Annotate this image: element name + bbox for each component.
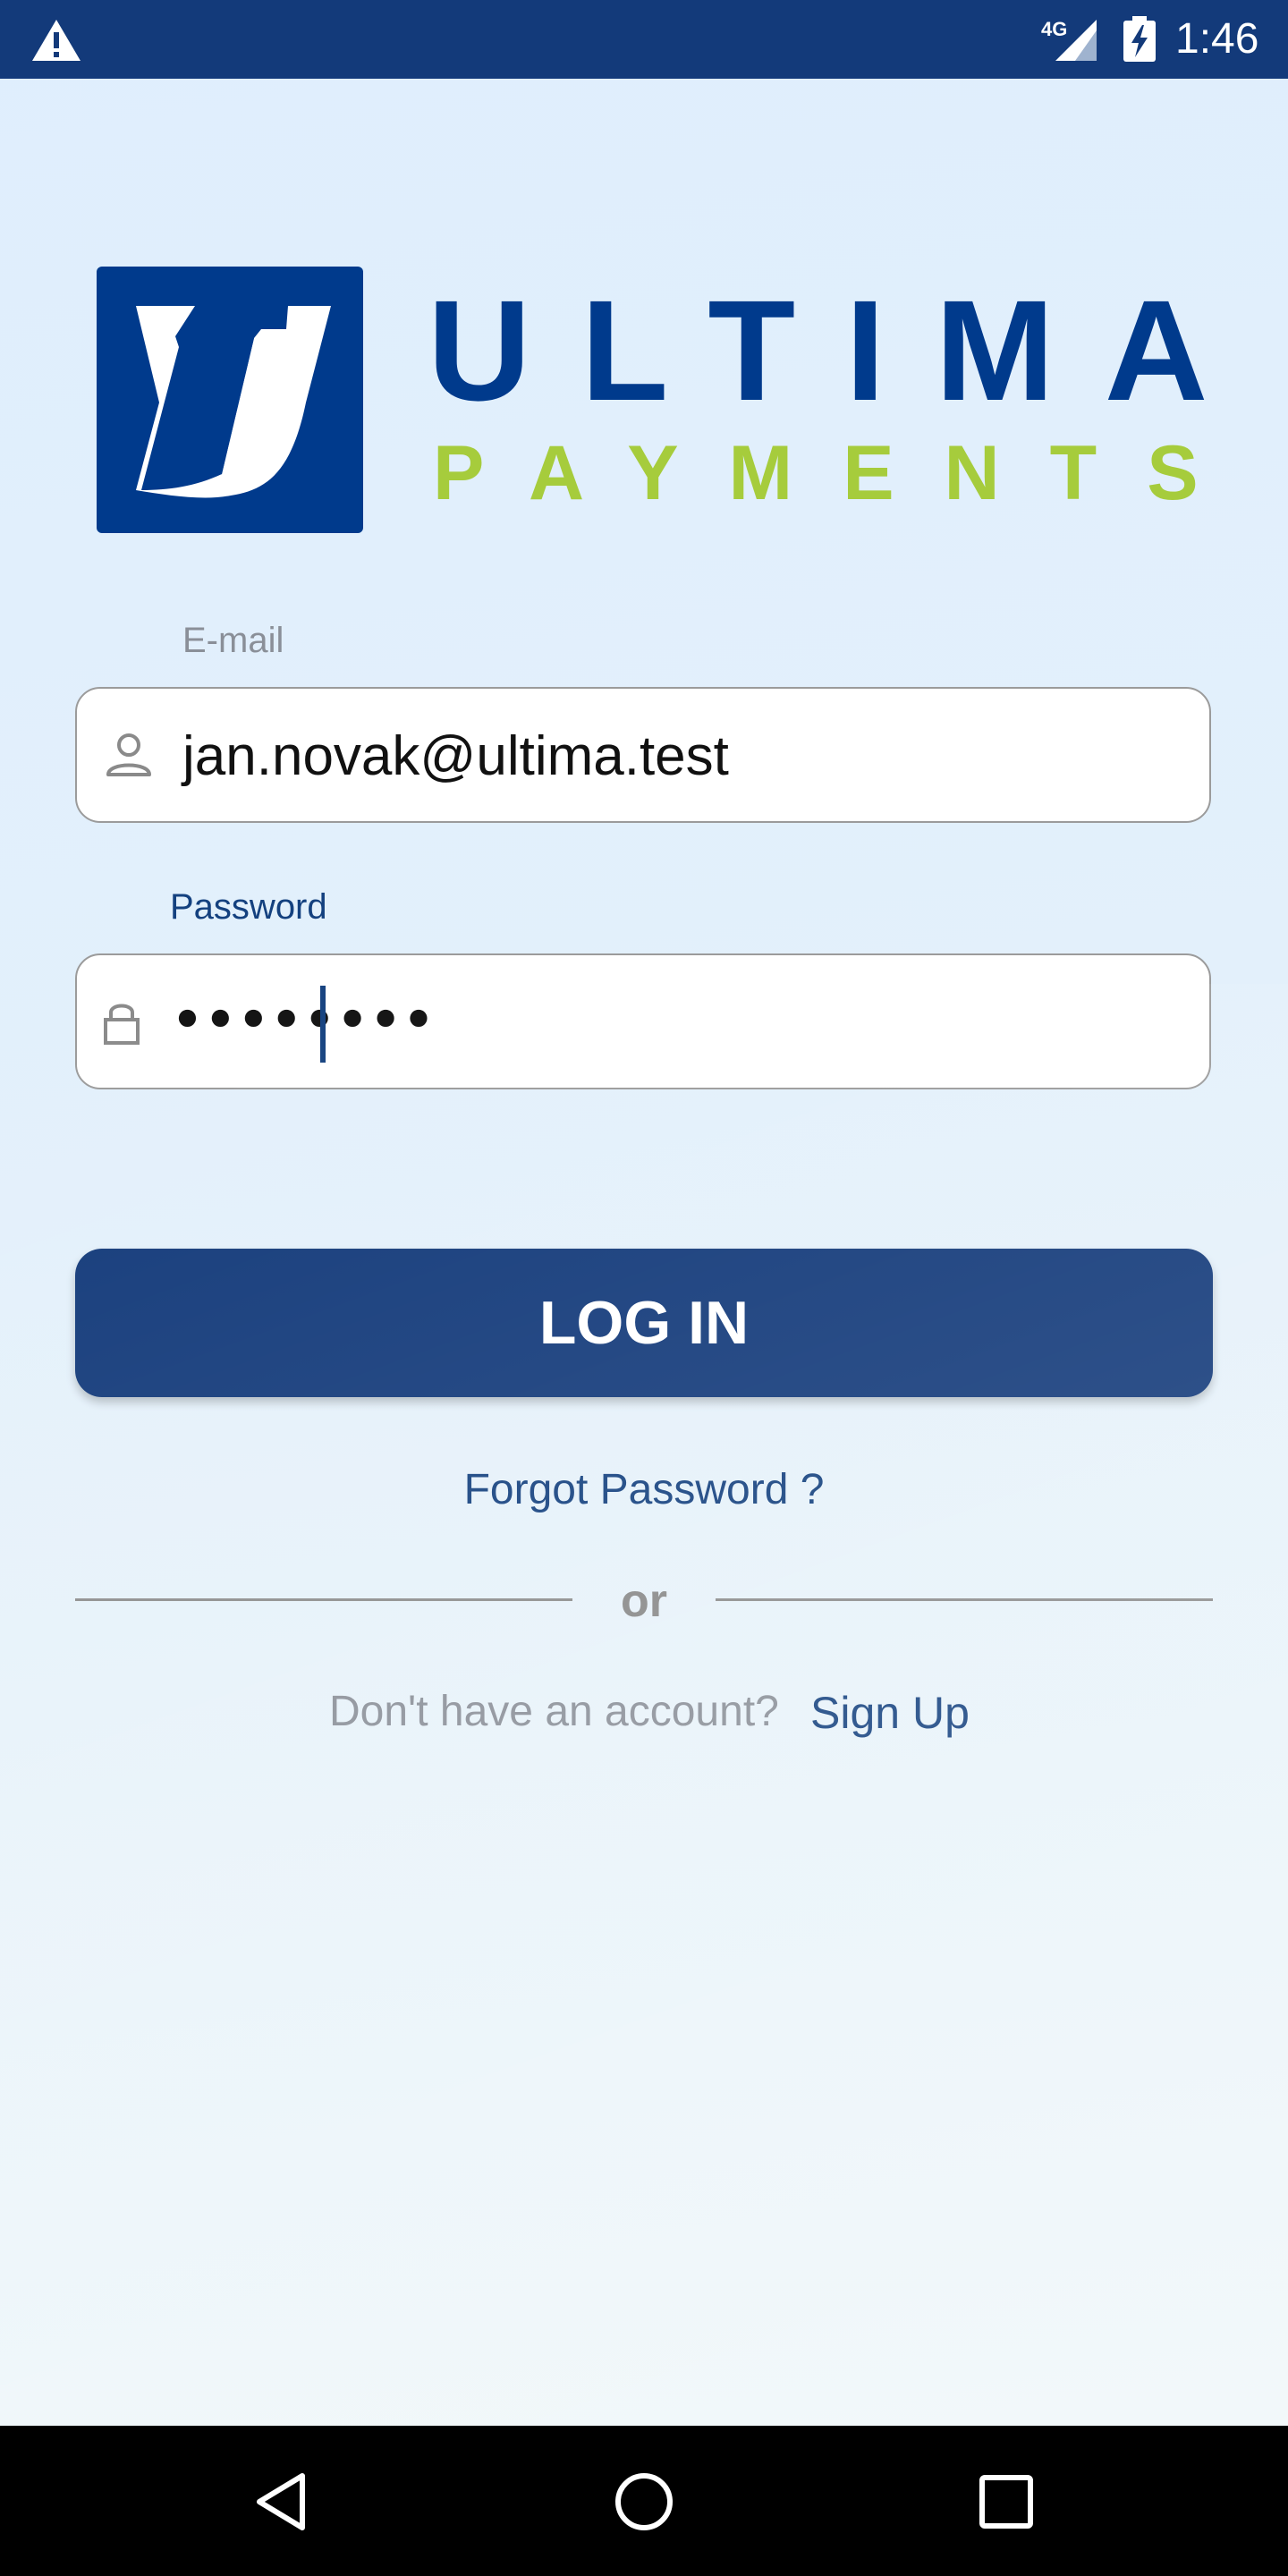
back-icon[interactable] [252, 2470, 315, 2533]
text-cursor [320, 986, 326, 1063]
lock-icon [104, 1004, 140, 1045]
logo-wordmark: ULTIMA [428, 270, 1258, 430]
signal-icon [1055, 20, 1097, 61]
clock: 1:46 [1175, 15, 1259, 63]
password-field[interactable]: •••••••• [75, 953, 1211, 1089]
divider-right [716, 1598, 1213, 1601]
forgot-password-label[interactable]: Forgot Password ? [464, 1466, 825, 1513]
email-field[interactable]: jan.novak@ultima.test [75, 687, 1211, 823]
person-icon [106, 733, 151, 776]
or-separator: or [621, 1575, 667, 1627]
warning-icon [32, 20, 80, 61]
forgot-password-link[interactable]: Forgot Password ? [0, 1465, 1288, 1514]
login-button[interactable]: LOG IN [75, 1249, 1213, 1397]
navigation-bar [0, 2426, 1288, 2576]
logo-subtitle: PAYMENTS [433, 430, 1249, 516]
ultima-logo-mark [97, 267, 363, 533]
home-icon[interactable] [613, 2470, 675, 2533]
signup-prompt: Don't have an account? [329, 1688, 779, 1735]
email-value[interactable]: jan.novak@ultima.test [182, 724, 729, 788]
password-value[interactable]: •••••••• [170, 986, 436, 1055]
login-screen: 4G 1:46 ULTIMA PAYMENTS E-mail jan.novak… [0, 0, 1288, 2426]
divider-left [75, 1598, 572, 1601]
status-bar: 4G 1:46 [0, 0, 1288, 79]
email-label: E-mail [182, 621, 284, 660]
sign-up-link[interactable]: Sign Up [810, 1687, 970, 1739]
battery-charging-icon [1123, 16, 1156, 62]
password-label: Password [170, 887, 327, 927]
recents-icon[interactable] [975, 2470, 1038, 2533]
